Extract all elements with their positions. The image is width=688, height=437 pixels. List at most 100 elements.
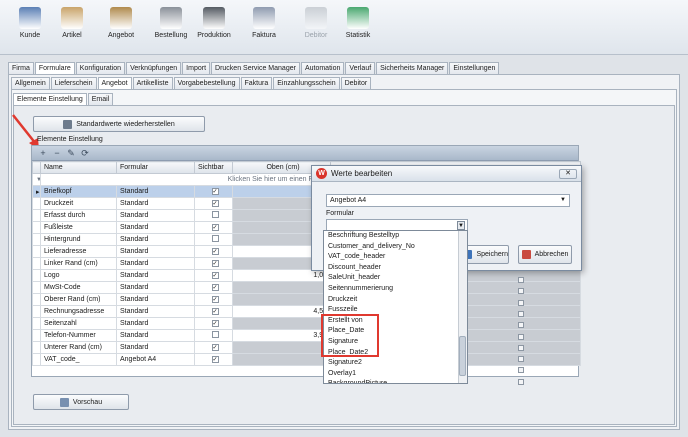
table-row[interactable]: Telefon-Nummer Standard 3,94: [32, 329, 581, 342]
cell-formular[interactable]: Angebot A4: [116, 353, 195, 366]
cell-visible[interactable]: ✓: [194, 257, 233, 270]
dropdown-item[interactable]: Discount_header: [324, 263, 467, 274]
visible-checkbox[interactable]: ✓: [211, 356, 219, 363]
tab-form-7[interactable]: Debitor: [340, 77, 372, 89]
tab-main-5[interactable]: Drucken Service Manager: [211, 62, 300, 74]
cell-visible[interactable]: ✓: [194, 197, 233, 210]
cancel-button[interactable]: Abbrechen: [518, 245, 572, 264]
cell-visible[interactable]: ✓: [194, 293, 233, 306]
tab-main-0[interactable]: Firma: [8, 62, 34, 74]
cell-name[interactable]: Linker Rand (cm): [40, 257, 117, 270]
dropdown-item[interactable]: Overlay1: [324, 369, 467, 380]
cell-top[interactable]: [232, 341, 331, 354]
value-select[interactable]: Angebot A4 ▼: [326, 194, 570, 207]
cell-visible[interactable]: ✓: [194, 221, 233, 234]
ribbon-button-faktura[interactable]: Faktura: [236, 4, 292, 50]
visible-checkbox[interactable]: ✓: [211, 308, 219, 315]
cell-name[interactable]: Lieferadresse: [40, 245, 117, 258]
save-button[interactable]: Speichern: [463, 245, 509, 264]
cell-formular[interactable]: Standard: [116, 329, 195, 342]
cell-name[interactable]: VAT_code_: [40, 353, 117, 366]
visible-checkbox[interactable]: ✓: [211, 272, 219, 279]
remove-icon[interactable]: −: [52, 148, 62, 158]
restore-defaults-button[interactable]: Standardwerte wiederherstellen: [33, 116, 205, 132]
col-sichtbar[interactable]: Sichtbar: [194, 161, 233, 174]
cell-formular[interactable]: Standard: [116, 221, 195, 234]
cell-name[interactable]: Erfasst durch: [40, 209, 117, 222]
table-row[interactable]: Seitenzahl Standard ✓: [32, 317, 581, 330]
cell-visible[interactable]: [194, 233, 233, 246]
cell-name[interactable]: Oberer Rand (cm): [40, 293, 117, 306]
cell-formular[interactable]: Standard: [116, 233, 195, 246]
visible-checkbox[interactable]: ✓: [211, 188, 219, 195]
table-row[interactable]: VAT_code_ Angebot A4 ✓: [32, 353, 581, 366]
tab-form-4[interactable]: Vorgabebestellung: [173, 77, 240, 89]
cell-visible[interactable]: [194, 329, 233, 342]
visible-checkbox[interactable]: [211, 211, 219, 218]
dropdown-scrollbar[interactable]: [458, 231, 467, 383]
dropdown-item[interactable]: SaleUnit_header: [324, 273, 467, 284]
visible-checkbox[interactable]: ✓: [211, 224, 219, 231]
tab-main-3[interactable]: Verknüpfungen: [126, 62, 182, 74]
dropdown-item[interactable]: Druckzeit: [324, 295, 467, 306]
tab-main-1[interactable]: Formulare: [34, 62, 75, 74]
cell-visible[interactable]: ✓: [194, 269, 233, 282]
cell-visible[interactable]: ✓: [194, 245, 233, 258]
cell-visible[interactable]: ✓: [194, 317, 233, 330]
cell-formular[interactable]: Standard: [116, 293, 195, 306]
cell-name[interactable]: Unterer Rand (cm): [40, 341, 117, 354]
cell-formular[interactable]: Standard: [116, 185, 195, 198]
cell-visible[interactable]: ✓: [194, 341, 233, 354]
ribbon-button-produktion[interactable]: Produktion: [186, 4, 242, 50]
cell-visible[interactable]: [194, 209, 233, 222]
close-icon[interactable]: ✕: [559, 168, 577, 179]
ribbon-button-artikel[interactable]: Artikel: [44, 4, 100, 50]
visible-checkbox[interactable]: [211, 235, 219, 242]
cell-visible[interactable]: ✓: [194, 281, 233, 294]
visible-checkbox[interactable]: ✓: [211, 248, 219, 255]
table-row[interactable]: Unterer Rand (cm) Standard ✓: [32, 341, 581, 354]
cell-formular[interactable]: Standard: [116, 305, 195, 318]
ribbon-button-statistik[interactable]: Statistik: [330, 4, 386, 50]
tab-form-2[interactable]: Angebot: [97, 77, 132, 89]
visible-checkbox[interactable]: ✓: [211, 344, 219, 351]
cell-formular[interactable]: Standard: [116, 257, 195, 270]
cell-formular[interactable]: Standard: [116, 269, 195, 282]
cell-name[interactable]: Seitenzahl: [40, 317, 117, 330]
dropdown-item[interactable]: Seitennummerierung: [324, 284, 467, 295]
visible-checkbox[interactable]: ✓: [211, 320, 219, 327]
visible-checkbox[interactable]: ✓: [211, 260, 219, 267]
cell-name[interactable]: Druckzeit: [40, 197, 117, 210]
dropdown-item[interactable]: Customer_and_delivery_No: [324, 242, 467, 253]
visible-checkbox[interactable]: [211, 331, 219, 338]
cell-name[interactable]: Briefkopf: [40, 185, 117, 198]
tab-form-0[interactable]: Allgemein: [11, 77, 50, 89]
tab-form-3[interactable]: Artikelliste: [132, 77, 173, 89]
cell-formular[interactable]: Standard: [116, 197, 195, 210]
table-row[interactable]: Logo Standard ✓ 1,00: [32, 269, 581, 282]
visible-checkbox[interactable]: ✓: [211, 284, 219, 291]
tab-form-6[interactable]: Einzahlungsschein: [273, 77, 340, 89]
cell-name[interactable]: Fußleiste: [40, 221, 117, 234]
visible-checkbox[interactable]: ✓: [211, 296, 219, 303]
cell-top[interactable]: 1,00: [232, 269, 331, 282]
tab-main-8[interactable]: Sicherheits Manager: [376, 62, 449, 74]
ribbon-button-angebot[interactable]: Angebot: [93, 4, 149, 50]
cell-visible[interactable]: ✓: [194, 185, 233, 198]
tab-main-7[interactable]: Verlauf: [345, 62, 376, 74]
cell-top[interactable]: [232, 353, 331, 366]
col-name[interactable]: Name: [40, 161, 117, 174]
refresh-icon[interactable]: ⟳: [80, 148, 90, 158]
tab-sub-0[interactable]: Elemente Einstellung: [13, 93, 87, 105]
tab-main-6[interactable]: Automation: [300, 62, 345, 74]
cell-top[interactable]: 3,94: [232, 329, 331, 342]
preview-button[interactable]: Vorschau: [33, 394, 129, 410]
col-formular[interactable]: Formular: [116, 161, 195, 174]
cell-formular[interactable]: Standard: [116, 317, 195, 330]
tab-main-9[interactable]: Einstellungen: [449, 62, 500, 74]
tab-main-2[interactable]: Konfiguration: [75, 62, 126, 74]
dropdown-item[interactable]: BackgroundPicture: [324, 379, 467, 383]
tab-form-5[interactable]: Faktura: [240, 77, 273, 89]
cell-name[interactable]: Hintergrund: [40, 233, 117, 246]
cell-formular[interactable]: Standard: [116, 209, 195, 222]
